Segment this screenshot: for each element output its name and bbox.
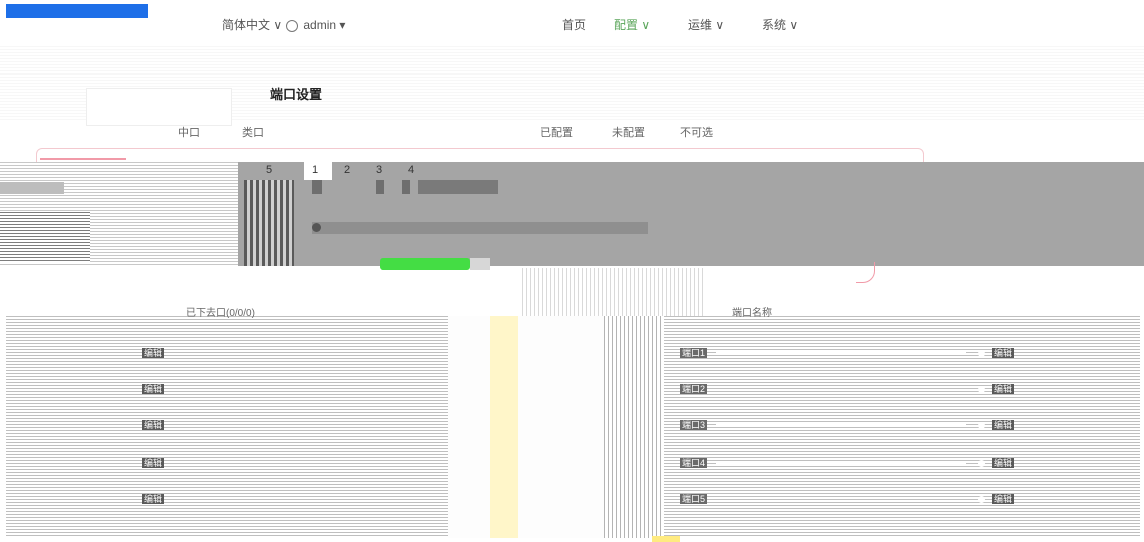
info-notice [312, 222, 648, 234]
nav-system[interactable]: 系统 ∨ [762, 18, 798, 32]
panel-left-block [0, 212, 90, 262]
language-label: 简体中文 ∨ [222, 18, 283, 32]
status-dot [978, 386, 985, 393]
filter-b[interactable]: 类口 [242, 124, 264, 140]
info-icon [312, 222, 321, 232]
slot-tabs: 5 1 2 3 4 [238, 162, 1144, 178]
row-edit-button[interactable]: 编辑 [992, 348, 1015, 358]
filter-unselectable[interactable]: 不可选 [680, 124, 713, 140]
slot-tab-1[interactable]: 1 [312, 164, 318, 176]
filter-a[interactable]: 中口 [178, 124, 200, 140]
nav-home-label: 首页 [562, 18, 587, 32]
slot-tab-4[interactable]: 4 [408, 164, 414, 176]
row-port-name: 端口2 [680, 384, 708, 394]
page-title: 端口设置 [270, 87, 323, 102]
nav-config-label: 配置 ∨ [614, 18, 651, 32]
port-block[interactable] [402, 180, 410, 194]
language-selector[interactable]: 简体中文 ∨ [222, 18, 282, 32]
user-menu[interactable]: admin ▾ [286, 18, 345, 32]
left-list-header: 已下去口(0/0/0) [186, 308, 255, 319]
active-menu-indicator [418, 56, 470, 66]
row-port-name: 端口5 [680, 494, 708, 504]
slot-tab-5[interactable]: 5 [266, 164, 272, 176]
port-blocks [312, 180, 512, 194]
top-navigation-bar: 简体中文 ∨ admin ▾ 首页 配置 ∨ 运维 ∨ 系统 ∨ [0, 0, 1144, 46]
port-stack-graphic [244, 180, 294, 266]
row-edit-button[interactable]: 编辑 [992, 420, 1015, 430]
nav-system-label: 系统 ∨ [762, 18, 799, 32]
center-column [448, 316, 604, 538]
sidebar-panel [86, 88, 232, 126]
slot-tab-2[interactable]: 2 [344, 164, 350, 176]
status-dot [978, 350, 985, 357]
footer-highlight [652, 536, 680, 542]
right-port-list [664, 316, 1140, 538]
left-port-list [6, 316, 448, 538]
row-edit-button[interactable]: 编辑 [142, 348, 165, 358]
row-edit-button[interactable]: 编辑 [142, 384, 165, 394]
decorative-arc [856, 262, 875, 283]
right-list-header: 端口名称 [732, 308, 772, 319]
row-port-name: 端口4 [680, 458, 708, 468]
nav-ghost-text [414, 16, 554, 32]
row-port-name: 端口3 [680, 420, 708, 430]
user-name: admin ▾ [303, 18, 346, 32]
status-dot [978, 422, 985, 429]
user-icon [286, 19, 298, 32]
row-edit-button[interactable]: 编辑 [142, 420, 165, 430]
progress-bar-fill [380, 258, 470, 270]
row-edit-button[interactable]: 编辑 [142, 458, 165, 468]
panel-left-bar [0, 182, 64, 194]
filter-configured[interactable]: 已配置 [540, 124, 573, 140]
divider-column [604, 316, 664, 538]
brand-logo[interactable] [6, 4, 148, 18]
row-edit-button[interactable]: 编辑 [992, 384, 1015, 394]
tab-strip-active-underline [40, 158, 126, 160]
page-root: 简体中文 ∨ admin ▾ 首页 配置 ∨ 运维 ∨ 系统 ∨ 端口设置 中口… [0, 0, 1144, 542]
port-block[interactable] [376, 180, 384, 194]
port-block[interactable] [312, 180, 322, 194]
row-edit-button[interactable]: 编辑 [992, 494, 1015, 504]
row-edit-button[interactable]: 编辑 [992, 458, 1015, 468]
row-progress [716, 423, 966, 427]
row-progress [716, 351, 966, 355]
nav-ops[interactable]: 运维 ∨ [688, 18, 724, 32]
nav-config[interactable]: 配置 ∨ [614, 18, 650, 32]
nav-home[interactable]: 首页 [562, 18, 586, 32]
filter-row: 中口 类口 已配置 未配置 不可选 [40, 124, 1140, 140]
status-dot [978, 460, 985, 467]
header-fade-band [0, 46, 1144, 74]
port-block-group[interactable] [418, 180, 498, 194]
progress-bar-track [470, 258, 490, 270]
status-dot [978, 496, 985, 503]
mini-port-graphic [522, 268, 706, 318]
row-edit-button[interactable]: 编辑 [142, 494, 165, 504]
filter-unconfigured[interactable]: 未配置 [612, 124, 645, 140]
highlight-column [490, 316, 518, 538]
row-progress [716, 461, 966, 465]
row-port-name: 端口1 [680, 348, 708, 358]
slot-tab-3[interactable]: 3 [376, 164, 382, 176]
nav-ops-label: 运维 ∨ [688, 18, 725, 32]
